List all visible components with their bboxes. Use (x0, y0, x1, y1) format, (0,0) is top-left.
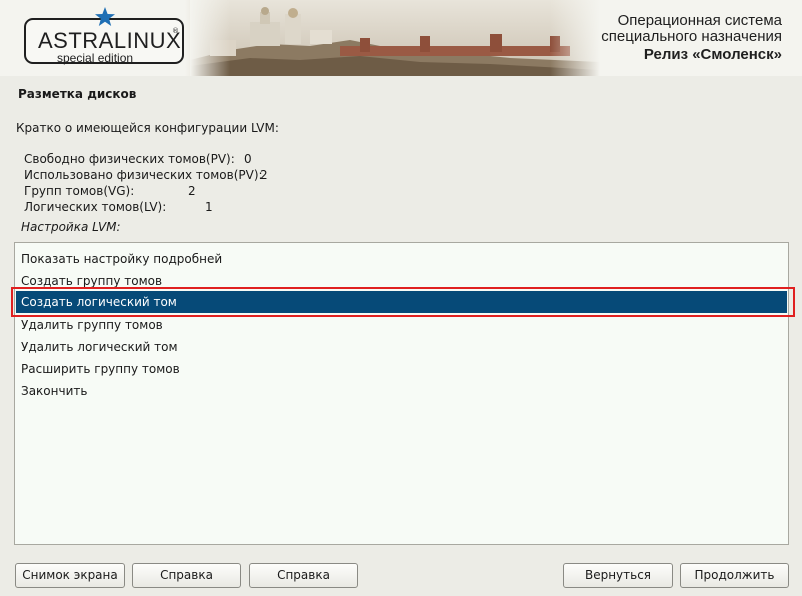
list-item-create-vg[interactable]: Создать группу томов (16, 270, 787, 292)
stat-value: 2 (260, 168, 268, 182)
lvm-stats: Свободно физических томов(PV): 0 Использ… (24, 152, 268, 216)
help-button-secondary[interactable]: Справка (249, 563, 358, 588)
os-title-line1: Операционная система (617, 12, 782, 29)
page-title: Разметка дисков (18, 87, 137, 101)
stat-lv-count: Логических томов(LV): 1 (24, 200, 263, 216)
os-release: Релиз «Смоленск» (643, 46, 782, 63)
stat-value: 2 (188, 184, 196, 198)
list-item-create-lv[interactable]: Создать логический том (16, 291, 787, 313)
stat-label: Групп томов(VG): (24, 184, 135, 198)
stat-label: Использовано физических томов(PV): (24, 168, 263, 182)
stat-value: 1 (205, 200, 213, 214)
stat-vg-count: Групп томов(VG): 2 (24, 184, 263, 200)
stat-used-pv: Использовано физических томов(PV): 2 (24, 168, 268, 184)
list-item-delete-lv[interactable]: Удалить логический том (16, 336, 787, 358)
list-item-finish[interactable]: Закончить (16, 380, 787, 402)
header-banner: ASTRALINUX ® special edition Операционна… (0, 0, 802, 76)
lvm-action-list[interactable]: Показать настройку подробней Создать гру… (14, 242, 789, 545)
list-item-delete-vg[interactable]: Удалить группу томов (16, 314, 787, 336)
stat-label: Свободно физических томов(PV): (24, 152, 235, 166)
stat-label: Логических томов(LV): (24, 200, 167, 214)
registered-mark: ® (172, 27, 179, 35)
list-item-extend-vg[interactable]: Расширить группу томов (16, 358, 787, 380)
stat-value: 0 (244, 152, 252, 166)
smolensk-photo (190, 0, 600, 76)
star-icon (95, 7, 115, 26)
lvm-summary-intro: Кратко о имеющейся конфигурации LVM: (16, 121, 279, 135)
continue-button[interactable]: Продолжить (680, 563, 789, 588)
list-item-show-details[interactable]: Показать настройку подробней (16, 248, 787, 270)
lvm-config-label: Настройка LVM: (21, 220, 121, 234)
os-title-line2: специального назначения (601, 28, 782, 45)
help-button[interactable]: Справка (132, 563, 241, 588)
logo-subtitle: special edition (57, 51, 134, 65)
stat-free-pv: Свободно физических томов(PV): 0 (24, 152, 263, 168)
screenshot-button[interactable]: Снимок экрана (15, 563, 125, 588)
back-button[interactable]: Вернуться (563, 563, 673, 588)
